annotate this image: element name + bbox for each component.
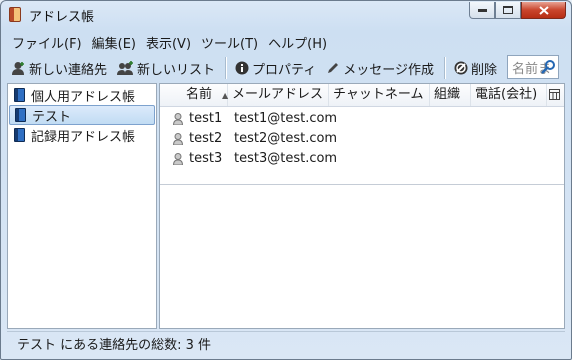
status-bar: テスト にある連絡先の総数: 3 件 xyxy=(7,331,565,354)
column-header-label: チャットネーム xyxy=(333,87,424,102)
column-header-label: メールアドレス xyxy=(232,87,324,102)
sidebar-item-label: テスト xyxy=(32,109,72,125)
title-bar[interactable]: アドレス帳 xyxy=(1,1,571,29)
sidebar-item-label: 個人用アドレス帳 xyxy=(31,89,136,105)
toolbar-separator xyxy=(444,57,447,79)
sidebar-item-personal[interactable]: 個人用アドレス帳 xyxy=(9,85,155,105)
contact-name: test3 xyxy=(189,151,223,166)
properties-button[interactable]: プロパティ xyxy=(231,56,322,80)
contacts-pane: 名前 ▲ メールアドレス チャットネーム 組織 電話(会社) test1 tes… xyxy=(159,83,565,329)
new-list-label: 新しいリスト xyxy=(137,62,216,78)
contact-details-splitter[interactable] xyxy=(160,184,564,185)
table-row[interactable]: test1 test1@test.com xyxy=(160,109,564,129)
delete-label: 削除 xyxy=(471,62,498,78)
contact-icon xyxy=(173,153,183,165)
menu-edit[interactable]: 編集(E) xyxy=(87,31,141,52)
menu-view[interactable]: 表示(V) xyxy=(141,31,196,52)
address-book-app-icon xyxy=(9,7,21,22)
new-contact-label: 新しい連絡先 xyxy=(29,62,108,78)
column-picker-icon[interactable] xyxy=(549,89,560,100)
column-header-label: 組織 xyxy=(434,87,461,102)
column-header-label: 名前 xyxy=(186,87,213,102)
menu-help[interactable]: ヘルプ(H) xyxy=(263,31,332,52)
contact-name: test2 xyxy=(189,131,223,146)
address-book-icon xyxy=(14,88,25,102)
table-row[interactable]: test3 test3@test.com xyxy=(160,149,564,169)
new-contact-button[interactable]: 新しい連絡先 xyxy=(7,56,113,80)
info-icon xyxy=(235,61,249,75)
search-icon xyxy=(541,60,555,74)
column-header-name[interactable]: 名前 ▲ xyxy=(160,84,228,106)
contact-email: test3@test.com xyxy=(234,151,338,166)
address-book-window: アドレス帳 ファイル(F) 編集(E) 表示(V) ツール(T) ヘルプ(H) … xyxy=(0,0,572,360)
delete-icon xyxy=(454,61,468,75)
menu-file[interactable]: ファイル(F) xyxy=(7,31,87,52)
column-header-email[interactable]: メールアドレス xyxy=(228,84,329,106)
toolbar: 新しい連絡先 新しいリスト プロパティ メッセージ作成 削除 xyxy=(7,55,503,81)
address-book-icon xyxy=(15,108,26,122)
maximize-button[interactable] xyxy=(495,2,521,19)
sidebar-item-collected[interactable]: 記録用アドレス帳 xyxy=(9,125,155,145)
address-book-icon xyxy=(14,128,25,142)
menu-bar: ファイル(F) 編集(E) 表示(V) ツール(T) ヘルプ(H) xyxy=(7,31,332,52)
window-title: アドレス帳 xyxy=(29,10,95,25)
contact-email: test2@test.com xyxy=(234,131,338,146)
address-book-list: 個人用アドレス帳 テスト 記録用アドレス帳 xyxy=(7,83,157,329)
close-button[interactable] xyxy=(521,2,566,19)
close-icon xyxy=(538,5,549,15)
contact-icon xyxy=(173,133,183,145)
status-text: テスト にある連絡先の総数: 3 件 xyxy=(17,338,212,353)
column-header-chat[interactable]: チャットネーム xyxy=(329,84,430,106)
window-controls xyxy=(469,2,566,19)
sidebar-item-test[interactable]: テスト xyxy=(9,105,155,125)
new-contact-icon xyxy=(12,61,24,75)
delete-button[interactable]: 削除 xyxy=(450,56,503,80)
minimize-button[interactable] xyxy=(469,2,495,19)
contact-email: test1@test.com xyxy=(234,111,338,126)
column-header-work-phone[interactable]: 電話(会社) xyxy=(471,84,547,106)
column-header-label: 電話(会社) xyxy=(475,87,538,102)
column-header-organization[interactable]: 組織 xyxy=(430,84,471,106)
contact-name: test1 xyxy=(189,111,223,126)
new-list-icon xyxy=(117,60,134,75)
toolbar-separator xyxy=(225,57,228,79)
compose-message-label: メッセージ作成 xyxy=(343,62,435,78)
menu-tools[interactable]: ツール(T) xyxy=(196,31,263,52)
sidebar-item-label: 記録用アドレス帳 xyxy=(31,129,136,145)
table-row[interactable]: test2 test2@test.com xyxy=(160,129,564,149)
search-input[interactable]: 名前ま xyxy=(507,55,559,79)
properties-label: プロパティ xyxy=(252,62,317,78)
maximize-icon xyxy=(503,6,513,14)
table-header: 名前 ▲ メールアドレス チャットネーム 組織 電話(会社) xyxy=(160,84,564,107)
compose-message-button[interactable]: メッセージ作成 xyxy=(322,56,440,80)
pencil-icon xyxy=(328,63,339,73)
new-list-button[interactable]: 新しいリスト xyxy=(113,56,221,80)
contact-icon xyxy=(173,113,183,125)
minimize-icon xyxy=(477,9,487,12)
